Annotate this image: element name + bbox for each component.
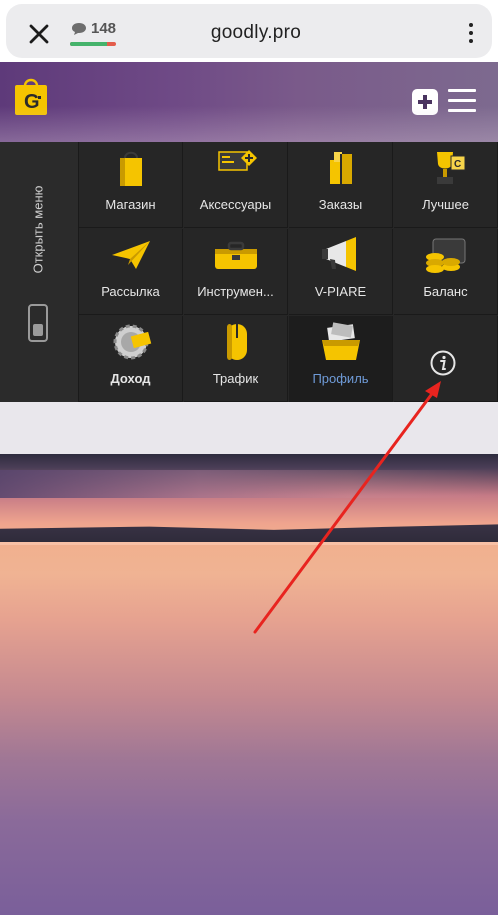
toggle-switch-icon[interactable] [28,304,48,342]
comment-count: 148 [91,20,117,37]
hamburger-menu-icon[interactable] [448,89,476,113]
open-menu-sidebar[interactable]: Открыть меню [0,142,79,402]
menu-item-mailing[interactable]: Рассылка [79,229,183,315]
browser-top-bar: 148 goodly.pro [0,0,498,62]
menu-item-balance[interactable]: Баланс [394,229,498,315]
menu-item-accessories[interactable]: Аксессуары [184,142,288,228]
close-icon[interactable] [26,21,52,47]
cloud-band [0,470,498,498]
background-lake-image [0,454,498,915]
menu-item-orders[interactable]: Заказы [289,142,393,228]
orders-icon [330,152,352,184]
menu-item-income[interactable]: Доход [79,316,183,402]
menu-item-label: Магазин [105,197,156,212]
add-button[interactable] [412,89,438,115]
shopping-bag-icon [120,151,142,186]
trophy-icon: C [437,152,466,184]
info-icon[interactable] [430,350,456,376]
menu-item-label: Профиль [312,371,369,386]
menu-item-label: Трафик [212,371,259,386]
menu-item-tools[interactable]: Инструмен... [184,229,288,315]
address-bar[interactable]: 148 goodly.pro [6,4,492,58]
open-menu-label: Открыть меню [30,185,46,274]
logo-letter: G [24,91,40,113]
rating-bar [70,42,116,46]
menu-item-profile[interactable]: Профиль [289,316,393,402]
megaphone-icon [322,237,356,271]
site-header: G [0,62,498,142]
menu-item-label: Баланс [423,284,468,299]
menu-item-traffic[interactable]: Трафик [184,316,288,402]
site-logo[interactable]: G [14,76,48,116]
toolbox-icon [215,241,257,269]
menu-item-label: Рассылка [101,284,160,299]
wallet-coins-icon [426,238,466,273]
comment-icon [72,23,86,35]
gear-money-icon [113,324,152,360]
page-url[interactable]: goodly.pro [156,22,356,44]
paper-plane-icon [112,241,150,269]
horizon-glow [0,542,498,545]
profile-box-icon [322,322,360,360]
menu-item-label: Инструмен... [197,284,274,299]
accessories-icon [218,150,257,171]
menu-item-label: V-PIARE [314,284,367,299]
main-menu-panel: Открыть меню Магазин Аксессуары Заказы C… [0,142,498,402]
kebab-icon[interactable] [464,20,478,48]
menu-item-label: Аксессуары [199,197,272,212]
menu-item-label: Заказы [318,197,363,212]
svg-text:C: C [454,159,461,170]
mouse-icon [227,324,247,360]
menu-item-label: Доход [110,371,151,386]
menu-item-shop[interactable]: Магазин [79,142,183,228]
menu-item-label: Лучшее [422,197,469,212]
rating-bar-fill [70,42,107,46]
menu-item-best[interactable]: C Лучшее [394,142,498,228]
menu-item-vpiare[interactable]: V-PIARE [289,229,393,315]
